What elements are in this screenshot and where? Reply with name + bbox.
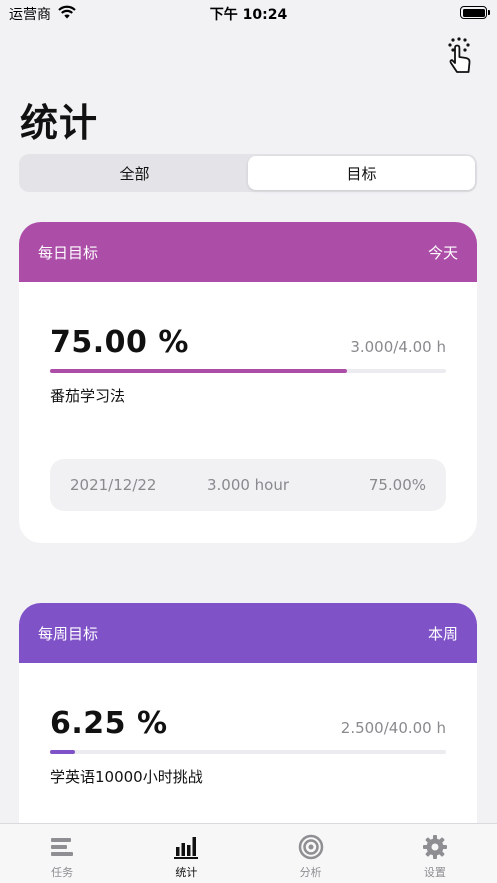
status-time: 下午 10:24 bbox=[209, 7, 288, 23]
daily-goal-percent: 75.00 % bbox=[50, 325, 189, 360]
weekly-goal-percent: 6.25 % bbox=[50, 706, 168, 741]
segment-all[interactable]: 全部 bbox=[21, 156, 248, 190]
gear-icon bbox=[422, 835, 447, 859]
battery-icon bbox=[460, 6, 490, 19]
status-bar: 运营商 下午 10:24 bbox=[0, 0, 497, 26]
weekly-goal-progress-track bbox=[50, 750, 446, 754]
weekly-goal-header: 每周目标 本周 bbox=[19, 603, 477, 663]
weekly-goal-ratio: 2.500/40.00 h bbox=[340, 719, 446, 737]
daily-goal-stats: 75.00 % 3.000/4.00 h bbox=[50, 325, 446, 360]
daily-goal-ratio: 3.000/4.00 h bbox=[350, 338, 446, 356]
segment-goals[interactable]: 目标 bbox=[248, 156, 475, 190]
daily-goal-card[interactable]: 每日目标 今天 75.00 % 3.000/4.00 h 番茄学习法 2021/… bbox=[19, 222, 477, 543]
tab-settings-label: 设置 bbox=[423, 866, 446, 879]
daily-goal-progress-track bbox=[50, 369, 446, 373]
daily-goal-progress-fill bbox=[50, 369, 347, 373]
record-percent: 75.00% bbox=[368, 476, 427, 494]
daily-goal-header: 每日目标 今天 bbox=[19, 222, 477, 282]
tab-bar: 任务 统计 分析 设置 bbox=[0, 823, 497, 883]
tab-statistics-label: 统计 bbox=[175, 866, 198, 879]
record-date: 2021/12/22 bbox=[70, 476, 157, 494]
tab-tasks-label: 任务 bbox=[51, 866, 74, 879]
gesture-tap-icon[interactable] bbox=[444, 36, 476, 76]
bar-chart-icon bbox=[174, 837, 199, 859]
page-title: 统计 bbox=[20, 101, 99, 145]
weekly-goal-period: 本周 bbox=[427, 624, 458, 643]
weekly-goal-progress-fill bbox=[50, 750, 75, 754]
tasks-icon bbox=[51, 838, 74, 856]
tab-statistics[interactable]: 统计 bbox=[124, 824, 248, 883]
tab-tasks[interactable]: 任务 bbox=[0, 824, 124, 883]
weekly-goal-name: 学英语10000小时挑战 bbox=[50, 768, 203, 786]
tab-analysis-label: 分析 bbox=[299, 866, 322, 879]
record-duration: 3.000 hour bbox=[206, 476, 290, 494]
daily-goal-period: 今天 bbox=[427, 243, 458, 262]
weekly-goal-title: 每周目标 bbox=[38, 624, 99, 643]
target-icon bbox=[298, 834, 323, 860]
weekly-goal-stats: 6.25 % 2.500/40.00 h bbox=[50, 706, 446, 741]
daily-goal-title: 每日目标 bbox=[38, 243, 99, 262]
tab-settings[interactable]: 设置 bbox=[373, 824, 497, 883]
daily-goal-name: 番茄学习法 bbox=[50, 387, 126, 405]
view-segmented-control[interactable]: 全部 目标 bbox=[19, 154, 477, 192]
tab-analysis[interactable]: 分析 bbox=[249, 824, 373, 883]
daily-record-row[interactable]: 2021/12/22 3.000 hour 75.00% bbox=[50, 459, 446, 511]
